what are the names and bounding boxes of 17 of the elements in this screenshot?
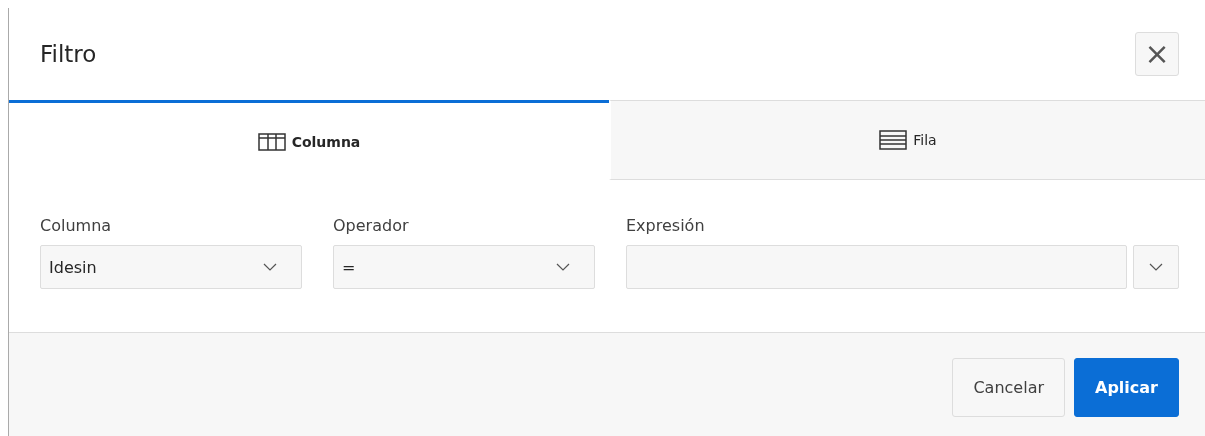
tab[interactable]: Fila [609,100,1205,180]
apply-button[interactable]: Aplicar [1074,358,1179,417]
field-label: Columna [40,216,113,235]
select-field[interactable]: Idesin [40,245,302,289]
chevron-down-icon [263,263,277,271]
dialog-title: Filtro [40,41,97,67]
field-label: Expresión [626,216,706,235]
dropdown-button[interactable] [1133,245,1179,289]
input-field[interactable] [626,245,1127,289]
chevron-down-icon [1149,263,1163,271]
chevron-down-icon [556,263,570,271]
cancel-button[interactable]: Cancelar [952,358,1065,417]
rows-icon [879,130,908,150]
field-label: Operador [333,216,410,235]
select-field[interactable]: = [333,245,595,289]
columns-icon [257,132,286,151]
close-button[interactable]: × [1135,32,1179,76]
